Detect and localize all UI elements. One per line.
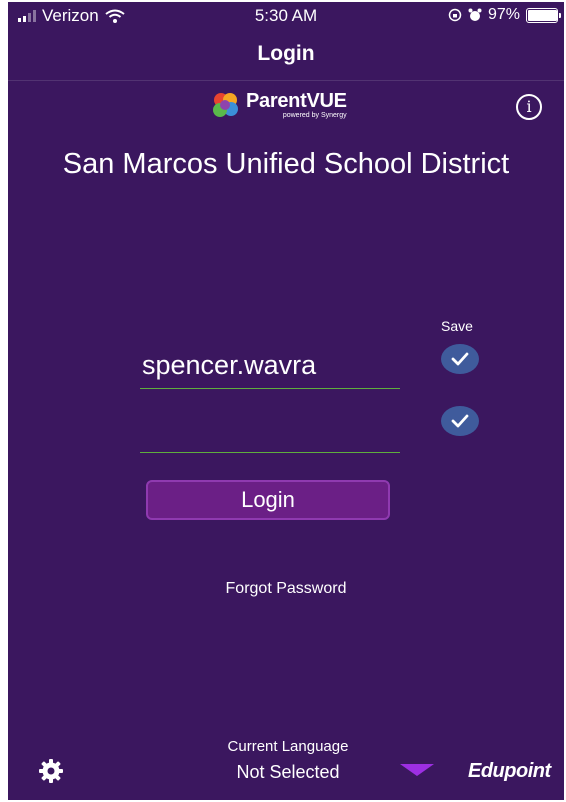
checkmark-icon	[451, 352, 469, 366]
battery-icon	[526, 7, 561, 23]
app-screen: Verizon 5:30 AM 97% Login ParentVUE powe…	[8, 2, 564, 800]
navigation-bar: Login	[8, 32, 564, 81]
status-bar: Verizon 5:30 AM 97%	[8, 2, 564, 32]
alarm-icon	[468, 8, 482, 21]
checkmark-icon	[451, 414, 469, 428]
language-label: Current Language	[227, 738, 349, 755]
save-password-checkbox[interactable]	[441, 406, 479, 436]
dropdown-arrow-icon[interactable]	[400, 764, 434, 776]
page-title: Login	[257, 42, 315, 65]
forgot-password-link[interactable]: Forgot Password	[8, 580, 564, 598]
gear-icon[interactable]	[38, 758, 64, 784]
save-username-checkbox[interactable]	[441, 344, 479, 374]
logo-name: ParentVUE	[246, 90, 347, 112]
parentvue-logo: ParentVUE powered by Synergy	[210, 90, 347, 120]
battery-percent: 97%	[487, 6, 520, 23]
save-label: Save	[441, 318, 473, 334]
lock-rotation-icon	[448, 8, 462, 22]
password-field[interactable]	[140, 408, 400, 453]
district-name: San Marcos Unified School District	[62, 148, 510, 180]
logo-tagline: powered by Synergy	[282, 112, 347, 119]
login-button[interactable]: Login	[146, 480, 390, 520]
language-select[interactable]: Not Selected	[158, 762, 418, 783]
info-icon[interactable]: i	[516, 94, 542, 120]
parentvue-logo-icon	[213, 93, 238, 117]
username-field[interactable]	[140, 346, 400, 389]
edupoint-logo: Edupoint	[468, 760, 551, 782]
